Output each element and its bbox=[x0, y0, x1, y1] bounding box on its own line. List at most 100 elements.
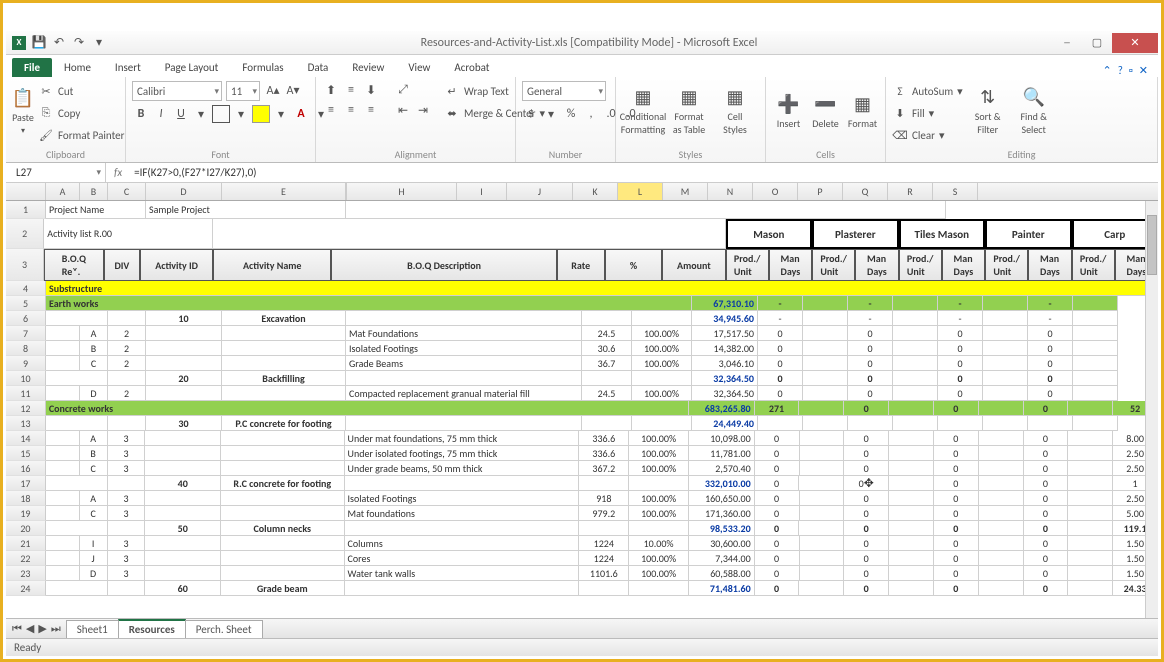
cell[interactable] bbox=[800, 446, 845, 461]
cell[interactable]: A bbox=[80, 491, 108, 506]
cell[interactable] bbox=[1068, 581, 1113, 596]
cell[interactable] bbox=[46, 461, 80, 476]
undo-icon[interactable]: ↶ bbox=[52, 36, 66, 50]
cell[interactable] bbox=[983, 311, 1028, 326]
cell[interactable] bbox=[889, 581, 934, 596]
cell[interactable]: 100.00% bbox=[629, 566, 689, 581]
cell[interactable] bbox=[46, 356, 80, 371]
acrobat-tab[interactable]: Acrobat bbox=[442, 58, 501, 77]
col-header[interactable]: D bbox=[146, 183, 222, 200]
cell[interactable] bbox=[979, 446, 1024, 461]
fill-color-button[interactable] bbox=[252, 105, 270, 123]
cell[interactable] bbox=[579, 581, 629, 596]
cell[interactable] bbox=[346, 201, 946, 219]
cell[interactable]: 0 bbox=[1024, 476, 1069, 491]
cell[interactable] bbox=[983, 326, 1028, 341]
orientation-icon[interactable]: ⤢ bbox=[394, 81, 412, 99]
close-button[interactable]: ✕ bbox=[1112, 33, 1158, 53]
cell[interactable]: 100.00% bbox=[629, 506, 689, 521]
cell[interactable] bbox=[222, 326, 346, 341]
cell[interactable]: 0 bbox=[755, 491, 800, 506]
cell[interactable]: 0 bbox=[844, 431, 889, 446]
cell[interactable]: 0 bbox=[1028, 326, 1073, 341]
align-left-icon[interactable]: ≡ bbox=[322, 101, 340, 119]
cell[interactable] bbox=[1073, 296, 1118, 311]
cell[interactable] bbox=[221, 491, 344, 506]
cell[interactable]: 0 bbox=[938, 326, 983, 341]
cell[interactable]: Under grade beams, 50 mm thick bbox=[345, 461, 580, 476]
cell[interactable]: Isolated Footings bbox=[345, 491, 580, 506]
cell[interactable]: - bbox=[758, 296, 803, 311]
cell[interactable]: 0 bbox=[758, 371, 803, 386]
cell[interactable] bbox=[889, 401, 934, 416]
row-header[interactable]: 5 bbox=[6, 296, 46, 311]
cell[interactable]: 2 bbox=[108, 341, 146, 356]
cell[interactable]: Man Days bbox=[1028, 249, 1071, 281]
row-header[interactable]: 18 bbox=[6, 491, 46, 506]
cell[interactable]: J bbox=[80, 551, 108, 566]
cell[interactable] bbox=[979, 491, 1024, 506]
cell[interactable]: 0 bbox=[844, 566, 889, 581]
cell[interactable] bbox=[582, 311, 632, 326]
cell[interactable]: 0 bbox=[755, 536, 800, 551]
cell[interactable]: 0 bbox=[934, 566, 979, 581]
cell[interactable]: 3 bbox=[108, 566, 146, 581]
col-header[interactable]: P bbox=[798, 183, 843, 200]
cell[interactable] bbox=[983, 416, 1028, 431]
cell[interactable] bbox=[221, 551, 344, 566]
col-header[interactable]: O bbox=[753, 183, 798, 200]
cell[interactable] bbox=[1068, 431, 1113, 446]
cell[interactable]: 0 bbox=[844, 581, 889, 596]
spreadsheet-grid[interactable]: 1Project NameSample Project2Activity lis… bbox=[6, 201, 1158, 618]
cell[interactable]: Prod./ Unit bbox=[1072, 249, 1115, 281]
cell[interactable]: Painter bbox=[985, 219, 1071, 249]
cell[interactable]: 0 bbox=[1024, 566, 1069, 581]
cell[interactable]: Mat Foundations bbox=[346, 326, 582, 341]
cell[interactable]: 10.00% bbox=[629, 536, 689, 551]
cell[interactable]: 0 bbox=[934, 506, 979, 521]
cell[interactable] bbox=[582, 416, 632, 431]
cell[interactable]: 3 bbox=[108, 461, 146, 476]
cell[interactable]: 0 bbox=[844, 551, 889, 566]
conditional-formatting-button[interactable]: ▦Conditional Formatting bbox=[622, 81, 664, 141]
cell[interactable] bbox=[345, 476, 580, 491]
clear-button[interactable]: ⌫Clear▾ bbox=[892, 125, 963, 145]
cell[interactable] bbox=[46, 506, 80, 521]
cell[interactable] bbox=[803, 326, 848, 341]
cell[interactable] bbox=[345, 581, 580, 596]
cell[interactable] bbox=[889, 551, 934, 566]
minimize-ribbon-icon[interactable]: ⌃ bbox=[1103, 64, 1112, 77]
cell[interactable] bbox=[800, 551, 845, 566]
col-header[interactable]: J bbox=[507, 183, 573, 200]
cell[interactable]: Man Days bbox=[855, 249, 898, 281]
font-name-select[interactable]: Calibri bbox=[132, 81, 222, 101]
window-restore-icon[interactable]: ▫ bbox=[1129, 64, 1133, 77]
cell[interactable] bbox=[46, 551, 80, 566]
cell[interactable] bbox=[108, 476, 146, 491]
cell[interactable] bbox=[893, 296, 938, 311]
cell[interactable]: 0 bbox=[1028, 356, 1073, 371]
cell[interactable]: 0 bbox=[1024, 506, 1069, 521]
cell[interactable] bbox=[1068, 446, 1113, 461]
col-header[interactable]: R bbox=[888, 183, 933, 200]
cell[interactable] bbox=[979, 581, 1024, 596]
qat-dropdown-icon[interactable]: ▾ bbox=[92, 36, 106, 50]
row-header[interactable]: 19 bbox=[6, 506, 46, 521]
cell[interactable]: 3 bbox=[108, 551, 146, 566]
row-header[interactable]: 1 bbox=[6, 201, 46, 219]
cell[interactable]: 336.6 bbox=[579, 431, 629, 446]
cell[interactable]: 20 bbox=[146, 371, 222, 386]
cell[interactable] bbox=[799, 401, 844, 416]
cell[interactable] bbox=[983, 356, 1028, 371]
cell[interactable]: 0 bbox=[755, 506, 800, 521]
cell[interactable]: 0 bbox=[755, 551, 800, 566]
cell[interactable] bbox=[889, 431, 934, 446]
cell[interactable] bbox=[979, 506, 1024, 521]
cell[interactable]: 160,650.00 bbox=[689, 491, 755, 506]
cell[interactable] bbox=[108, 371, 146, 386]
cell[interactable] bbox=[145, 551, 221, 566]
cell[interactable]: Activity list R.00 bbox=[44, 219, 213, 249]
cell[interactable]: 0 bbox=[934, 521, 979, 536]
select-all-button[interactable] bbox=[6, 183, 46, 200]
cell[interactable] bbox=[1068, 506, 1113, 521]
